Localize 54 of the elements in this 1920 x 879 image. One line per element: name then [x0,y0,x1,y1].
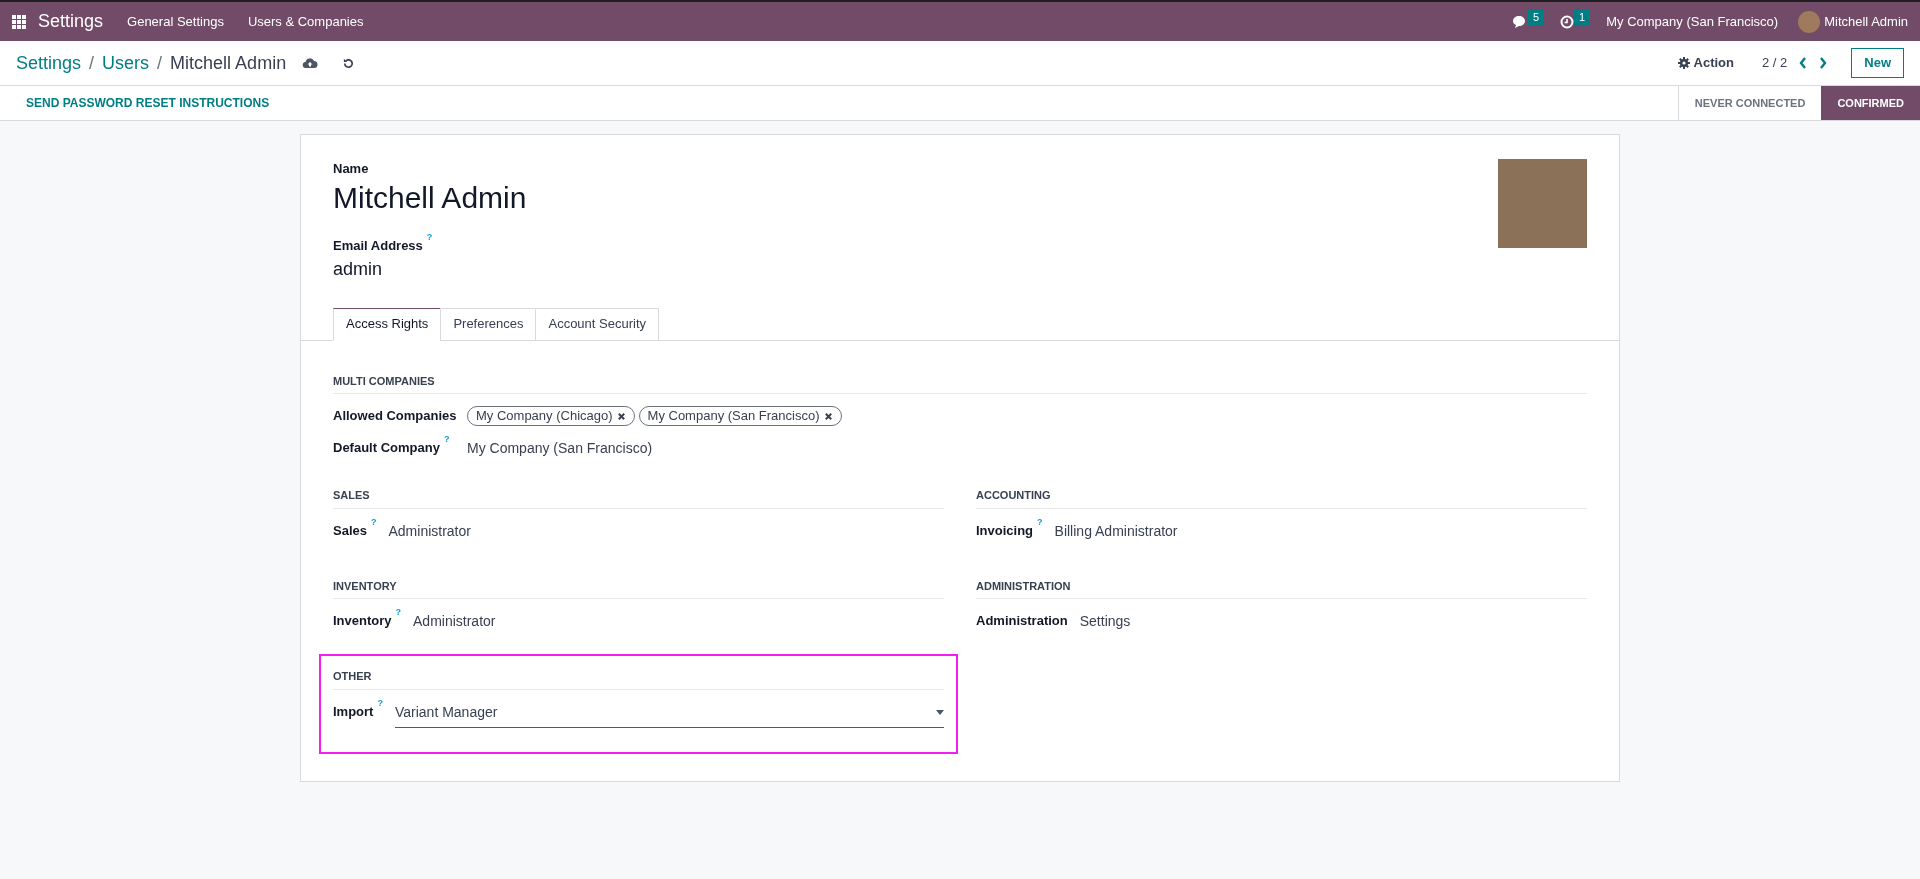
select-field[interactable]: Variant Manager [394,701,944,728]
field-value: My Company (San Francisco) [467,439,653,458]
clock-icon[interactable] [1560,14,1575,29]
chat-icon[interactable] [1512,14,1528,29]
field-value: Administrator [388,521,471,541]
section-title: ACCOUNTING [976,487,1587,509]
field-label: Import [333,702,374,721]
form-tab[interactable]: Preferences [440,307,537,341]
field-label: Sales [333,521,367,540]
gear-icon [1677,57,1690,69]
user-menu[interactable]: Mitchell Admin [1824,11,1908,32]
chevron-right-icon[interactable] [1819,57,1828,69]
field-value: Administrator [413,612,496,631]
field-label: Invoicing [976,521,1034,540]
activity-count: 1 [1574,9,1591,26]
status-stage[interactable]: CONFIRMED [1821,86,1920,120]
close-icon[interactable] [616,411,626,421]
apps-grid-icon[interactable] [12,14,26,29]
section-title: ADMINISTRATION [976,577,1587,599]
email-value: admin [333,257,384,281]
field-label: Default Company [333,439,440,457]
action-button[interactable]: Action [1677,53,1734,73]
form-tab[interactable]: Access Rights [333,307,442,341]
field-label: Administration [976,612,1068,630]
section-title: INVENTORY [333,577,944,599]
section-title: SALES [333,487,944,509]
cloud-upload-icon[interactable] [302,57,319,69]
field-label: Allowed Companies [333,407,457,425]
reset-password-button[interactable]: SEND PASSWORD RESET INSTRUCTIONS [0,86,296,120]
menu-item[interactable]: Users & Companies [247,11,364,32]
breadcrumb-separator: / [89,51,95,75]
field-value: Billing Administrator [1054,521,1178,541]
record-title: Mitchell Admin [170,51,287,75]
app-name[interactable]: Settings [38,8,104,35]
pager-value: 2 / 2 [1761,54,1788,73]
undo-icon[interactable] [342,56,356,70]
user-name: Mitchell Admin [333,179,528,216]
close-icon[interactable] [823,411,833,421]
section-title: MULTI COMPANIES [333,372,1587,394]
form-tab[interactable]: Account Security [535,307,659,341]
section-title: OTHER [333,668,944,690]
company-switcher[interactable]: My Company (San Francisco) [1606,11,1779,32]
field-label: Email Address [333,237,423,255]
new-button[interactable]: New [1851,48,1904,78]
chevron-left-icon[interactable] [1799,57,1808,69]
breadcrumb-link[interactable]: Settings [16,49,82,77]
caret-icon [936,709,944,715]
field-label: Inventory [333,612,392,630]
field-value: Settings [1079,612,1131,631]
field-label: Name [333,160,370,178]
breadcrumb-link[interactable]: Users [102,49,150,77]
message-count: 5 [1528,9,1545,26]
menu-item[interactable]: General Settings [127,11,224,32]
breadcrumb-separator: / [157,51,163,75]
